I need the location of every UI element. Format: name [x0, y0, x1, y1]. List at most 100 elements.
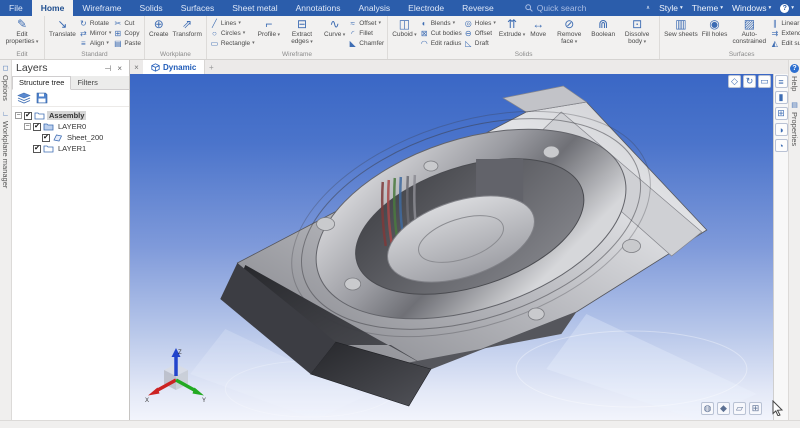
tab-electrode[interactable]: Electrode: [399, 0, 453, 16]
orbit-view-icon[interactable]: ↻: [743, 75, 756, 88]
rotate-button[interactable]: ↻Rotate: [79, 18, 111, 28]
checkbox[interactable]: ✔: [42, 134, 50, 142]
remove-face-button[interactable]: ⊘Remove face ▾: [549, 17, 589, 46]
dock-tab-properties[interactable]: ▤Properties: [790, 101, 799, 146]
multi-view-icon[interactable]: ⊞: [775, 107, 788, 120]
extend-button[interactable]: ⇉Extend: [770, 28, 800, 38]
edit-surface-button[interactable]: ◭Edit surface▾: [770, 38, 800, 48]
boolean-button[interactable]: ⋒Boolean: [589, 17, 617, 38]
menu-style[interactable]: Style▾: [659, 3, 683, 13]
auto-constrained-button[interactable]: ▨Auto-constrained: [729, 17, 769, 45]
save-icon[interactable]: [36, 92, 48, 104]
extract-edges-button[interactable]: ⊟Extract edges ▾: [282, 17, 322, 46]
zoom-window-icon[interactable]: ▭: [758, 75, 771, 88]
checkbox[interactable]: ✔: [33, 145, 41, 153]
button-label: Cut: [124, 20, 134, 27]
expander-icon[interactable]: −: [15, 112, 22, 119]
pan-view-icon[interactable]: ▱: [733, 402, 746, 415]
chamfer-button[interactable]: ◣Chamfer: [348, 38, 384, 48]
add-view-icon[interactable]: +: [205, 60, 217, 74]
shaded-view-icon[interactable]: ◑: [775, 123, 788, 136]
help-menu[interactable]: ? ▾: [780, 4, 794, 13]
collapse-ribbon-icon[interactable]: ∧: [646, 5, 650, 11]
tab-sheet-metal[interactable]: Sheet metal: [223, 0, 286, 16]
curve-button[interactable]: ∿Curve ▾: [322, 17, 347, 39]
view-cube-icon[interactable]: ◆: [717, 402, 730, 415]
edit-properties-button[interactable]: ✎Edit properties ▾: [2, 17, 42, 46]
holes-button[interactable]: ◎Holes▾: [464, 18, 496, 28]
edit-radius-button[interactable]: ◠Edit radius: [420, 38, 462, 48]
linear-ruled-button[interactable]: ∥Linear ruled: [770, 18, 800, 28]
extrude-button[interactable]: ⇈Extrude ▾: [497, 17, 527, 39]
layers-icon[interactable]: [17, 92, 31, 104]
iso-view-icon[interactable]: ◇: [728, 75, 741, 88]
cuboid-button[interactable]: ◫Cuboid ▾: [390, 17, 419, 39]
view-menu-icon[interactable]: ≡: [775, 75, 788, 88]
sew-sheets-button[interactable]: ▥Sew sheets: [662, 17, 700, 38]
tab-annotations[interactable]: Annotations: [287, 0, 350, 16]
checkbox[interactable]: ✔: [24, 112, 32, 120]
rotate-view-icon[interactable]: ◍: [701, 402, 714, 415]
sheet-icon: [52, 133, 63, 142]
panel-tab-filters[interactable]: Filters: [71, 77, 103, 89]
cut-button[interactable]: ✂Cut: [113, 18, 141, 28]
transform-button[interactable]: ⇗Transform: [170, 17, 203, 38]
chevron-down-icon: ▾: [252, 40, 255, 46]
menu-windows[interactable]: Windows▾: [732, 3, 771, 13]
cut-bodies-button[interactable]: ⊠Cut bodies: [420, 28, 462, 38]
tree-row-sheet-200[interactable]: ✔Sheet_200: [12, 132, 129, 143]
expander-icon[interactable]: −: [24, 123, 31, 130]
tab-solids[interactable]: Solids: [131, 0, 172, 16]
offset-button[interactable]: ⊖Offset: [464, 28, 496, 38]
mirror-button[interactable]: ⇄Mirror▾: [79, 28, 111, 38]
dynamic-section-icon[interactable]: ◔: [775, 139, 788, 152]
dock-tab-options[interactable]: ◻Options: [1, 64, 10, 101]
quick-search[interactable]: Quick search: [525, 0, 587, 16]
paste-button[interactable]: ▤Paste: [113, 38, 141, 48]
window-views-icon[interactable]: ⊞: [749, 402, 762, 415]
create-button[interactable]: ⊕Create: [147, 17, 171, 38]
offset-button[interactable]: ≈Offset▾: [348, 18, 384, 28]
tab-surfaces[interactable]: Surfaces: [172, 0, 224, 16]
rectangle-button[interactable]: ▭Rectangle▾: [210, 38, 255, 48]
blends-button[interactable]: ◐Blends▾: [420, 18, 462, 28]
viewport-canvas[interactable]: Z X Y ◇↻▭ ≡▮⊞◑◔ ◍◆▱⊞: [130, 74, 788, 420]
view-mode-row: ◍◆▱⊞: [701, 402, 762, 415]
fill-holes-button[interactable]: ◉Fill holes: [700, 17, 730, 38]
dock-tab-workplane-manager[interactable]: ∟Workplane manager: [1, 111, 10, 188]
menu-theme[interactable]: Theme▾: [692, 3, 723, 13]
tab-analysis[interactable]: Analysis: [350, 0, 400, 16]
align-button[interactable]: ≡Align▾: [79, 38, 111, 48]
translate-button[interactable]: ↘Translate: [47, 17, 78, 38]
lines-button[interactable]: ╱Lines▾: [210, 18, 255, 28]
solid-display-icon[interactable]: ▮: [775, 91, 788, 104]
copy-button[interactable]: ⊞Copy: [113, 28, 141, 38]
dissolve-body-button[interactable]: ⊡Dissolve body ▾: [617, 17, 657, 46]
circles-button[interactable]: ○Circles▾: [210, 28, 255, 38]
move-icon: ↔: [532, 17, 544, 31]
fillet-button[interactable]: ◜Fillet: [348, 28, 384, 38]
tree-row-assembly[interactable]: −✔Assembly: [12, 110, 129, 121]
create-icon: ⊕: [154, 17, 164, 31]
dock-tab-help[interactable]: ?Help: [790, 64, 799, 91]
panel-tab-structure-tree[interactable]: Structure tree: [12, 76, 71, 90]
tab-home[interactable]: Home: [32, 0, 74, 16]
ribbon-group-label: Solids: [390, 50, 657, 59]
tab-reverse[interactable]: Reverse: [453, 0, 503, 16]
draft-button[interactable]: ◺Draft: [464, 38, 496, 48]
move-button[interactable]: ↔Move: [527, 17, 549, 38]
checkbox[interactable]: ✔: [33, 123, 41, 131]
tree-row-layer0[interactable]: −✔LAYER0: [12, 121, 129, 132]
view-tab-dynamic[interactable]: Dynamic: [143, 60, 205, 74]
tree-row-layer1[interactable]: ✔LAYER1: [12, 143, 129, 154]
ribbon-group-workplane: ⊕Create⇗TransformWorkplane: [145, 16, 207, 59]
close-view-icon[interactable]: ×: [130, 60, 143, 74]
chevron-down-icon: ▾: [720, 5, 723, 11]
close-icon[interactable]: ×: [114, 64, 125, 73]
transform-icon: ⇗: [182, 17, 192, 31]
tab-file[interactable]: File: [0, 0, 32, 16]
cad-model[interactable]: [130, 74, 788, 420]
tab-wireframe[interactable]: Wireframe: [73, 0, 130, 16]
profile-button[interactable]: ⌐Profile ▾: [256, 17, 282, 39]
pin-icon[interactable]: ⊣: [101, 64, 114, 73]
